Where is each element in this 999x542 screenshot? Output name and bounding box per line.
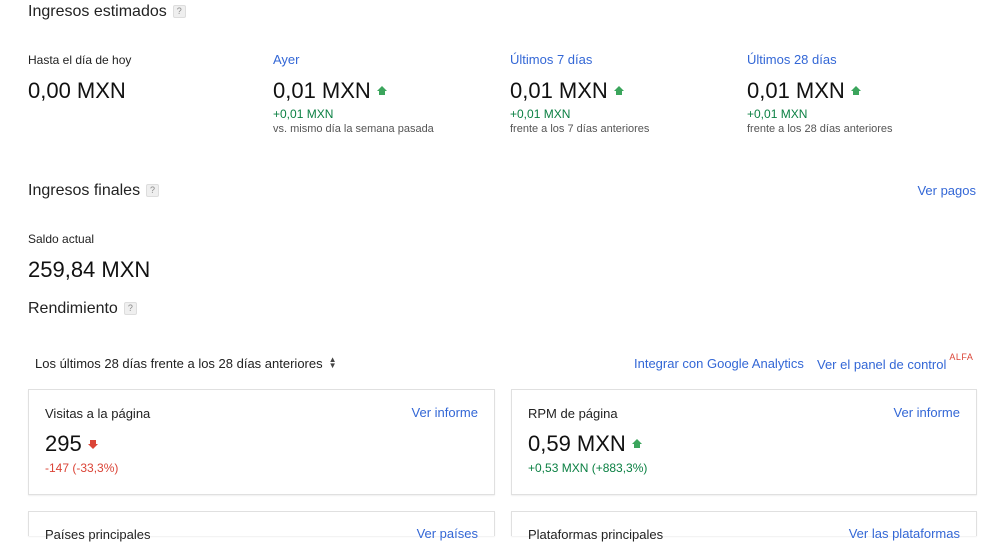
last-7-days-value-row: 0,01 MXN xyxy=(510,78,624,104)
estimated-earnings-title-text: Ingresos estimados xyxy=(28,3,167,20)
page-rpm-card: RPM de página Ver informe 0,59 MXN +0,53… xyxy=(511,389,977,495)
arrow-up-icon xyxy=(631,439,642,449)
last-28-days-delta: +0,01 MXN xyxy=(747,107,808,121)
date-range-selector[interactable]: Los últimos 28 días frente a los 28 días… xyxy=(35,355,337,372)
yesterday-link[interactable]: Ayer xyxy=(273,52,300,67)
help-icon[interactable]: ? xyxy=(172,5,186,18)
google-analytics-link[interactable]: Integrar con Google Analytics xyxy=(634,356,804,371)
page-views-card: Visitas a la página Ver informe 295 -147… xyxy=(28,389,495,495)
last-28-days-link[interactable]: Últimos 28 días xyxy=(747,52,837,67)
alfa-badge: ALFA xyxy=(949,352,974,362)
estimated-earnings-title: Ingresos estimados? xyxy=(28,3,186,21)
page-rpm-report-link[interactable]: Ver informe xyxy=(894,405,960,420)
page-views-delta: -147 (-33,3%) xyxy=(45,461,119,475)
yesterday-delta: +0,01 MXN xyxy=(273,107,334,121)
dashboard-link-wrapper[interactable]: Ver el panel de control ALFA xyxy=(817,352,973,372)
performance-title: Rendimiento? xyxy=(28,300,137,318)
last-28-days-value: 0,01 MXN xyxy=(747,78,845,103)
last-7-days-delta: +0,01 MXN xyxy=(510,107,571,121)
view-platforms-link[interactable]: Ver las plataformas xyxy=(849,526,960,541)
dashboard-link[interactable]: Ver el panel de control xyxy=(817,357,946,372)
page-views-value: 295 xyxy=(45,431,82,456)
view-payments-link[interactable]: Ver pagos xyxy=(917,183,976,198)
yesterday-value: 0,01 MXN xyxy=(273,78,371,103)
yesterday-compare: vs. mismo día la semana pasada xyxy=(273,123,434,135)
arrow-down-icon xyxy=(87,440,98,450)
page-rpm-title: RPM de página xyxy=(528,406,618,421)
last-7-days-value: 0,01 MXN xyxy=(510,78,608,103)
top-platforms-card: Plataformas principales Ver las platafor… xyxy=(511,511,977,542)
page-views-title: Visitas a la página xyxy=(45,406,151,421)
today-label: Hasta el día de hoy xyxy=(28,53,132,67)
balance-label: Saldo actual xyxy=(28,232,95,246)
final-earnings-title: Ingresos finales? xyxy=(28,182,160,200)
arrow-up-icon xyxy=(850,86,861,96)
help-icon[interactable]: ? xyxy=(146,184,160,197)
today-value: 0,00 MXN xyxy=(28,78,126,103)
view-countries-link[interactable]: Ver países xyxy=(417,526,478,541)
last-28-days-value-row: 0,01 MXN xyxy=(747,78,861,104)
last-7-days-link[interactable]: Últimos 7 días xyxy=(510,52,592,67)
arrow-up-icon xyxy=(376,86,387,96)
help-icon[interactable]: ? xyxy=(123,302,137,315)
performance-title-text: Rendimiento xyxy=(28,300,118,317)
top-countries-title: Países principales xyxy=(45,527,151,542)
page-rpm-delta: +0,53 MXN (+883,3%) xyxy=(528,461,648,475)
last-28-days-compare: frente a los 28 días anteriores xyxy=(747,123,893,135)
sort-icon: ▲ ▼ xyxy=(328,355,337,370)
date-range-text: Los últimos 28 días frente a los 28 días… xyxy=(35,356,323,371)
page-views-value-row: 295 xyxy=(45,431,98,457)
last-7-days-compare: frente a los 7 días anteriores xyxy=(510,123,650,135)
top-platforms-title: Plataformas principales xyxy=(528,527,664,542)
top-countries-card: Países principales Ver países xyxy=(28,511,495,542)
arrow-up-icon xyxy=(613,86,624,96)
final-earnings-title-text: Ingresos finales xyxy=(28,182,141,199)
balance-value: 259,84 MXN xyxy=(28,257,151,282)
page-views-report-link[interactable]: Ver informe xyxy=(412,405,478,420)
page-rpm-value: 0,59 MXN xyxy=(528,431,626,456)
yesterday-value-row: 0,01 MXN xyxy=(273,78,387,104)
page-rpm-value-row: 0,59 MXN xyxy=(528,431,642,457)
